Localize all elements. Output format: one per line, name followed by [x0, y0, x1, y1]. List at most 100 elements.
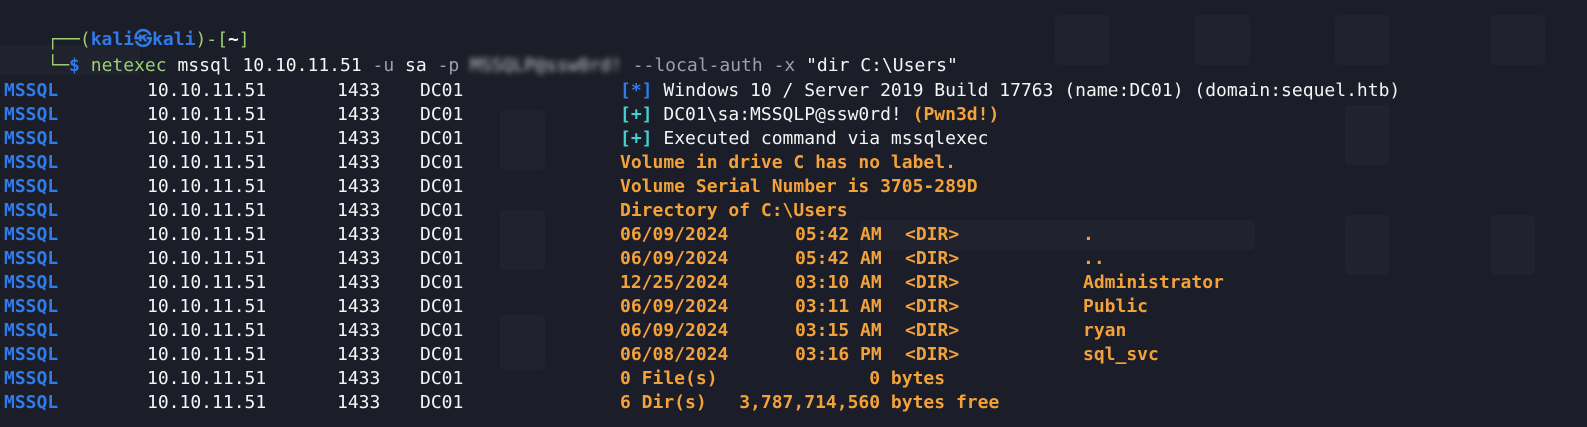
target-ip: 10.10.11.51: [147, 224, 267, 245]
dir-entry-type: <DIR>: [905, 320, 960, 341]
target-host: DC01: [420, 368, 464, 389]
flag-p: -p: [437, 55, 460, 76]
target-port: 1433: [337, 80, 381, 101]
dir-entry-date: 06/09/2024: [620, 248, 729, 269]
target-ip: 10.10.11.51: [147, 296, 267, 317]
arg-user: sa: [405, 55, 427, 76]
output-row: MSSQL 10.10.11.51 1433 DC01 06/09/2024 05:42 …: [4, 247, 1584, 271]
status-text: DC01\sa:MSSQLP@ssw0rd!: [652, 104, 902, 125]
protocol-label: MSSQL: [4, 128, 59, 149]
status-message: [+] DC01\sa:MSSQLP@ssw0rd! (Pwn3d!): [620, 103, 999, 127]
dir-entry-name: Public: [1083, 296, 1149, 317]
dir-header-text: Volume in drive C has no label.: [620, 152, 956, 173]
status-message: [*] Windows 10 / Server 2019 Build 17763…: [620, 79, 1400, 103]
target-ip: 10.10.11.51: [147, 104, 267, 125]
target-host: DC01: [420, 200, 464, 221]
pwned-badge: (Pwn3d!): [901, 104, 1000, 125]
target-host: DC01: [420, 320, 464, 341]
target-ip: 10.10.11.51: [147, 248, 267, 269]
dir-summary-text: 0 File(s) 0 bytes: [620, 368, 946, 389]
dir-entry-time: 05:42 AM: [795, 224, 882, 245]
flag-x: -x: [773, 55, 796, 76]
protocol-label: MSSQL: [4, 224, 59, 245]
target-port: 1433: [337, 392, 381, 413]
dir-entry-name: .: [1083, 224, 1094, 245]
target-port: 1433: [337, 128, 381, 149]
dir-entry-date: 06/08/2024: [620, 344, 729, 365]
dir-entry-time: 03:11 AM: [795, 296, 882, 317]
flag-u: -u: [372, 55, 395, 76]
target-port: 1433: [337, 152, 381, 173]
dir-entry-time: 03:16 PM: [795, 344, 882, 365]
target-port: 1433: [337, 200, 381, 221]
target-ip: 10.10.11.51: [147, 272, 267, 293]
status-message: [+] Executed command via mssqlexec: [620, 127, 988, 151]
output-row: MSSQL 10.10.11.51 1433 DC01 06/09/2024 03:11 …: [4, 295, 1584, 319]
status-text: Windows 10 / Server 2019 Build 17763 (na…: [652, 80, 1401, 101]
target-host: DC01: [420, 176, 464, 197]
dir-entry-type: <DIR>: [905, 296, 960, 317]
dir-entry-type: <DIR>: [905, 224, 960, 245]
dir-summary-text: 6 Dir(s) 3,787,714,560 bytes free: [620, 392, 1000, 413]
dir-entry-name: sql_svc: [1083, 344, 1159, 365]
protocol-label: MSSQL: [4, 272, 59, 293]
target-port: 1433: [337, 272, 381, 293]
output-row: MSSQL 10.10.11.51 1433 DC01 Volume Serial Nu…: [4, 175, 1584, 199]
dir-entry-type: <DIR>: [905, 344, 960, 365]
command-tool: netexec: [90, 55, 167, 76]
protocol-label: MSSQL: [4, 200, 59, 221]
dir-entry-date: 06/09/2024: [620, 296, 729, 317]
target-host: DC01: [420, 272, 464, 293]
protocol-label: MSSQL: [4, 392, 59, 413]
target-port: 1433: [337, 104, 381, 125]
output-row: MSSQL 10.10.11.51 1433 DC01 [+] Executed com…: [4, 127, 1584, 151]
target-port: 1433: [337, 344, 381, 365]
target-port: 1433: [337, 368, 381, 389]
protocol-label: MSSQL: [4, 248, 59, 269]
dir-entry-date: 06/09/2024: [620, 224, 729, 245]
target-port: 1433: [337, 224, 381, 245]
terminal-window[interactable]: ┌──(kali㉿kali)-[~] └─$ netexec mssql 10.…: [4, 4, 1584, 424]
dir-entry-name: Administrator: [1083, 272, 1224, 293]
output-row: MSSQL 10.10.11.51 1433 DC01 Directory of C:\…: [4, 199, 1584, 223]
dir-entry-name: ryan: [1083, 320, 1127, 341]
dir-header-text: Volume Serial Number is 3705-289D: [620, 176, 978, 197]
prompt-symbol: $: [69, 55, 80, 76]
target-host: DC01: [420, 344, 464, 365]
dir-entry-name: ..: [1083, 248, 1105, 269]
command-string: "dir C:\Users": [806, 55, 958, 76]
output-row: MSSQL 10.10.11.51 1433 DC01 0 File(s) 0 byte…: [4, 367, 1584, 391]
output-row: MSSQL 10.10.11.51 1433 DC01 06/08/2024 03:16 …: [4, 343, 1584, 367]
target-port: 1433: [337, 176, 381, 197]
command-line[interactable]: └─$ netexec mssql 10.10.11.51 -u sa -p M…: [4, 30, 957, 76]
command-args: mssql 10.10.11.51: [177, 55, 362, 76]
target-host: DC01: [420, 224, 464, 245]
dir-entry-time: 03:15 AM: [795, 320, 882, 341]
protocol-label: MSSQL: [4, 320, 59, 341]
output-row: MSSQL 10.10.11.51 1433 DC01 12/25/2024 03:10 …: [4, 271, 1584, 295]
output-row: MSSQL 10.10.11.51 1433 DC01 6 Dir(s) 3,787,7…: [4, 391, 1584, 415]
success-icon: [+]: [620, 128, 653, 149]
dir-entry-type: <DIR>: [905, 272, 960, 293]
target-port: 1433: [337, 320, 381, 341]
protocol-label: MSSQL: [4, 176, 59, 197]
target-ip: 10.10.11.51: [147, 392, 267, 413]
target-ip: 10.10.11.51: [147, 176, 267, 197]
target-port: 1433: [337, 248, 381, 269]
output-row: MSSQL 10.10.11.51 1433 DC01 06/09/2024 05:42 …: [4, 223, 1584, 247]
target-host: DC01: [420, 392, 464, 413]
info-icon: [*]: [620, 80, 653, 101]
status-text: Executed command via mssqlexec: [652, 128, 989, 149]
flag-local-auth: --local-auth: [632, 55, 763, 76]
output-row: MSSQL 10.10.11.51 1433 DC01 [+] DC01\sa:MSSQ…: [4, 103, 1584, 127]
dir-entry-date: 12/25/2024: [620, 272, 729, 293]
dir-entry-date: 06/09/2024: [620, 320, 729, 341]
output-row: MSSQL 10.10.11.51 1433 DC01 Volume in drive …: [4, 151, 1584, 175]
target-ip: 10.10.11.51: [147, 128, 267, 149]
target-ip: 10.10.11.51: [147, 344, 267, 365]
success-icon: [+]: [620, 104, 653, 125]
target-host: DC01: [420, 80, 464, 101]
prompt-header: ┌──(kali㉿kali)-[~]: [47, 29, 250, 50]
target-host: DC01: [420, 296, 464, 317]
target-ip: 10.10.11.51: [147, 152, 267, 173]
